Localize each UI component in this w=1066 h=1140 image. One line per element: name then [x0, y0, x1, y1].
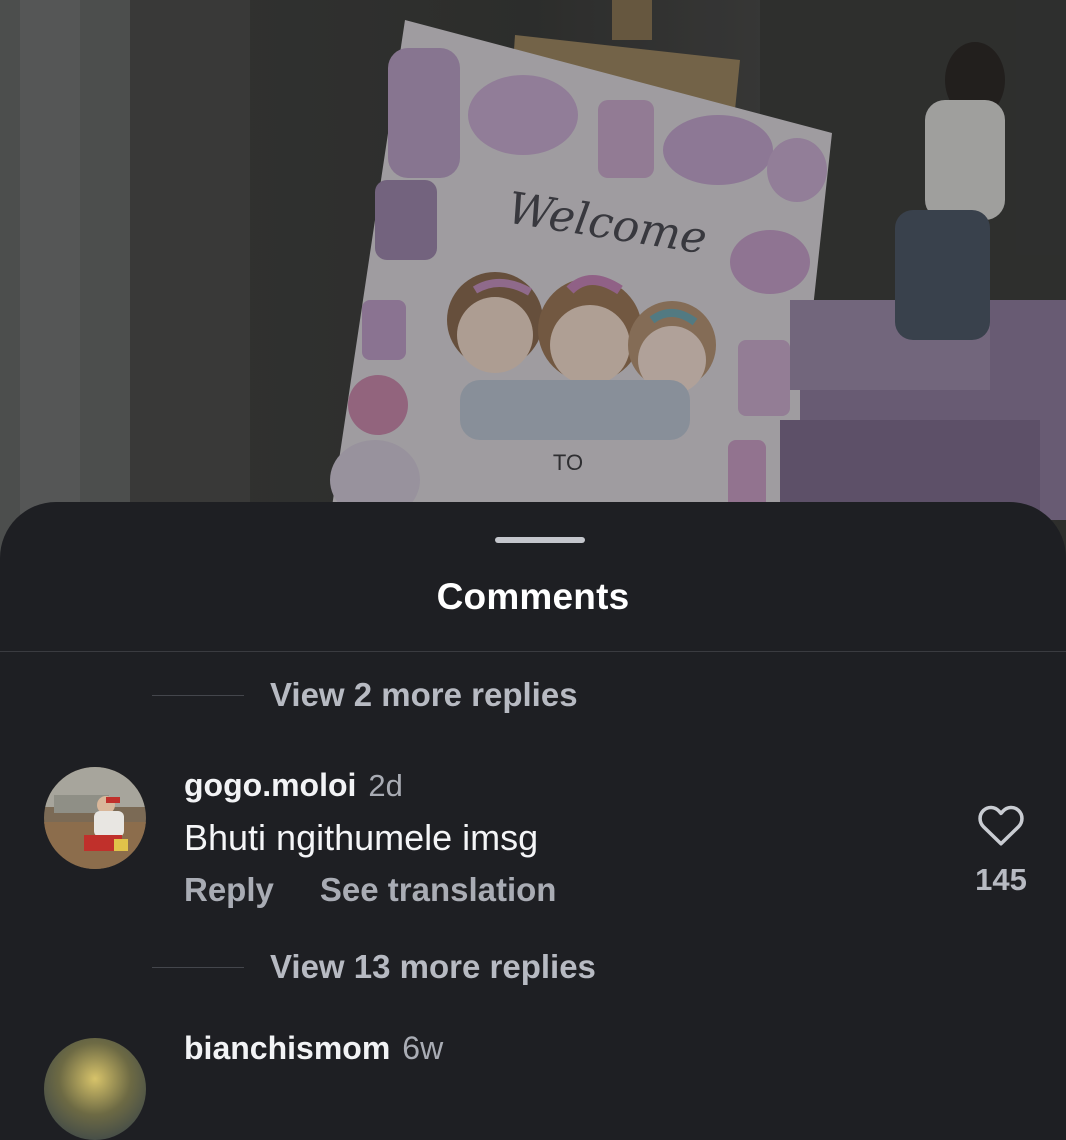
avatar[interactable]: [44, 767, 146, 869]
see-translation-button[interactable]: See translation: [320, 871, 557, 909]
sheet-drag-handle[interactable]: [495, 537, 585, 543]
comment-header: gogo.moloi 2d: [184, 767, 403, 804]
view-more-replies-bottom[interactable]: View 13 more replies: [152, 945, 596, 989]
header-divider: [0, 651, 1066, 652]
replies-line: [152, 966, 244, 968]
sheet-title: Comments: [436, 576, 630, 617]
heart-outline-icon[interactable]: [976, 801, 1026, 847]
view-replies-label: View 2 more replies: [270, 676, 578, 713]
comment-timestamp: 6w: [402, 1030, 444, 1066]
avatar-image: [44, 767, 146, 869]
like-control: 145: [960, 801, 1042, 898]
comment-actions: Reply See translation: [184, 871, 602, 909]
view-more-replies-top[interactable]: View 2 more replies: [152, 673, 578, 717]
comment-timestamp: 2d: [368, 768, 403, 803]
view-replies-label: View 13 more replies: [270, 948, 596, 985]
comment-username[interactable]: gogo.moloi: [184, 767, 356, 804]
comment-username[interactable]: bianchismom 6w: [184, 1030, 443, 1067]
comment-item: gogo.moloi 2d Bhuti ngithumele imsg Repl…: [0, 767, 1066, 917]
replies-line: [152, 694, 244, 696]
post-image[interactable]: Welcome TO: [0, 0, 1066, 560]
reply-button[interactable]: Reply: [184, 871, 274, 909]
next-username-text: bianchismom: [184, 1030, 391, 1066]
comment-text: Bhuti ngithumele imsg: [184, 817, 539, 858]
like-count: 145: [975, 862, 1027, 897]
avatar[interactable]: [44, 1038, 146, 1140]
dim-overlay: [0, 0, 1066, 560]
comment-item-next: bianchismom 6w: [0, 1030, 1066, 1140]
